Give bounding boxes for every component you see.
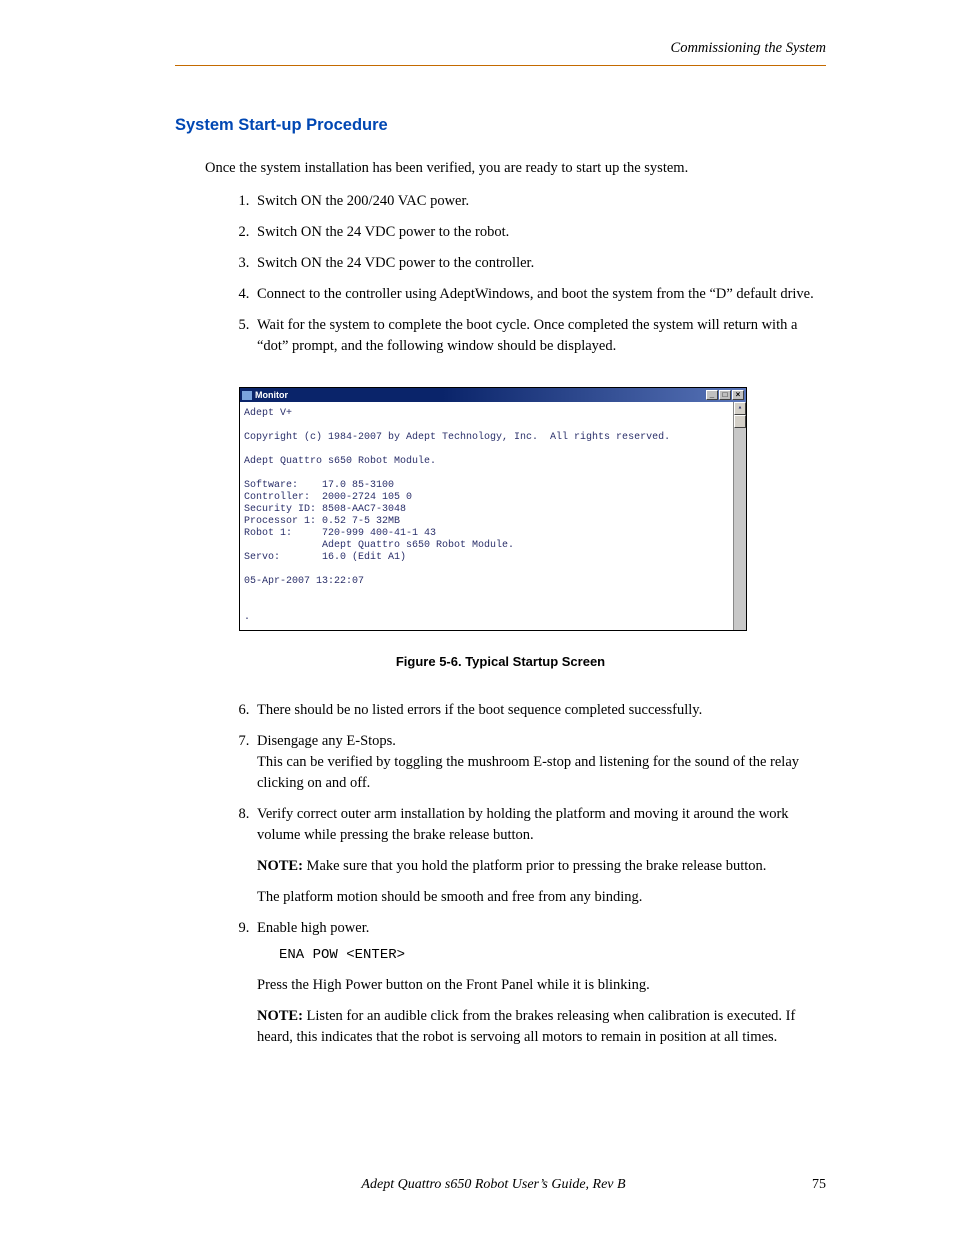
- step-9: Enable high power. ENA POW <ENTER> Press…: [253, 918, 826, 1048]
- minimize-icon[interactable]: _: [706, 390, 718, 400]
- step-3: Switch ON the 24 VDC power to the contro…: [253, 253, 826, 274]
- scroll-up-icon[interactable]: ▴: [734, 402, 746, 415]
- header-rule: [175, 65, 826, 66]
- step-8: Verify correct outer arm installation by…: [253, 804, 826, 908]
- monitor-screenshot: Monitor _ □ × Adept V+ Copyright (c) 198…: [239, 387, 747, 631]
- step-1: Switch ON the 200/240 VAC power.: [253, 191, 826, 212]
- page-footer: Adept Quattro s650 Robot User’s Guide, R…: [175, 1175, 826, 1195]
- step-9-note: Listen for an audible click from the bra…: [257, 1008, 795, 1045]
- monitor-terminal: Adept V+ Copyright (c) 1984-2007 by Adep…: [240, 402, 733, 630]
- step-9-press: Press the High Power button on the Front…: [257, 975, 826, 996]
- close-icon[interactable]: ×: [732, 390, 744, 400]
- note-label-2: NOTE:: [257, 1008, 303, 1024]
- scrollbar[interactable]: ▴: [733, 402, 746, 630]
- step-7-line2: This can be verified by toggling the mus…: [257, 754, 799, 791]
- step-7-line1: Disengage any E-Stops.: [257, 733, 396, 749]
- step-6: There should be no listed errors if the …: [253, 700, 826, 721]
- step-8-para: Verify correct outer arm installation by…: [257, 806, 789, 843]
- section-heading: System Start-up Procedure: [175, 114, 826, 138]
- monitor-title: Monitor: [255, 390, 288, 400]
- step-5: Wait for the system to complete the boot…: [253, 315, 826, 357]
- monitor-titlebar: Monitor _ □ ×: [240, 388, 746, 402]
- procedure-steps-continued: There should be no listed errors if the …: [253, 700, 826, 1048]
- step-2: Switch ON the 24 VDC power to the robot.: [253, 222, 826, 243]
- maximize-icon[interactable]: □: [719, 390, 731, 400]
- step-8-followup: The platform motion should be smooth and…: [257, 887, 826, 908]
- page-number: 75: [812, 1175, 826, 1195]
- step-8-note: Make sure that you hold the platform pri…: [303, 858, 766, 874]
- running-head: Commissioning the System: [175, 38, 826, 59]
- app-icon: [242, 391, 252, 400]
- note-label: NOTE:: [257, 858, 303, 874]
- command-text: ENA POW <ENTER>: [279, 945, 826, 965]
- step-9-line1: Enable high power.: [257, 920, 369, 936]
- figure-caption: Figure 5-6. Typical Startup Screen: [175, 653, 826, 672]
- scroll-thumb[interactable]: [734, 415, 746, 428]
- step-7: Disengage any E-Stops. This can be verif…: [253, 731, 826, 794]
- footer-book-title: Adept Quattro s650 Robot User’s Guide, R…: [361, 1175, 625, 1195]
- procedure-steps: Switch ON the 200/240 VAC power. Switch …: [253, 191, 826, 357]
- intro-paragraph: Once the system installation has been ve…: [205, 158, 826, 179]
- step-4: Connect to the controller using AdeptWin…: [253, 284, 826, 305]
